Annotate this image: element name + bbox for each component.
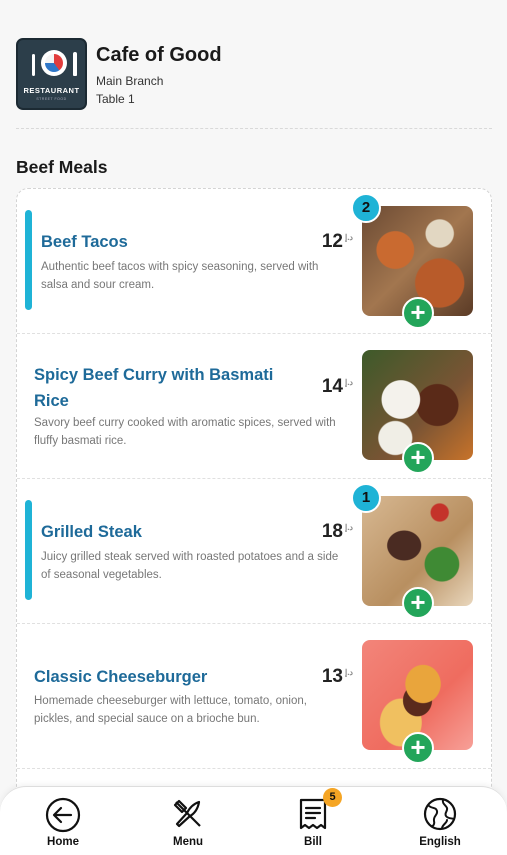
logo-subtext: STREET FOOD — [36, 97, 67, 101]
bill-count-badge: 5 — [323, 788, 342, 807]
restaurant-name: Cafe of Good — [96, 44, 222, 66]
add-to-cart-button[interactable]: + — [402, 587, 434, 619]
table-number: Table 1 — [96, 92, 135, 106]
globe-icon — [423, 797, 457, 831]
nav-menu[interactable]: Menu — [148, 797, 228, 853]
nav-bill[interactable]: 5 Bill — [273, 788, 353, 853]
restaurant-header: RESTAURANT STREET FOOD Cafe of Good Main… — [16, 38, 492, 129]
quantity-badge: 1 — [351, 483, 381, 513]
fork-knife-icon — [173, 799, 201, 828]
menu-item-grilled-steak[interactable]: Grilled Steak 18 د.إ Juicy grilled steak … — [17, 479, 491, 624]
add-to-cart-button[interactable]: + — [402, 442, 434, 474]
add-to-cart-button[interactable]: + — [402, 732, 434, 764]
plate-icon — [45, 54, 63, 72]
currency-label: د.إ — [344, 668, 353, 677]
nav-bill-label: Bill — [304, 836, 322, 848]
menu-item-cheeseburger[interactable]: Classic Cheeseburger 13 د.إ Homemade chee… — [17, 624, 491, 769]
fork-icon — [32, 54, 35, 76]
currency-label: د.إ — [344, 233, 353, 242]
bottom-navigation: Home Menu 5 Bill English — [0, 786, 507, 855]
nav-home[interactable]: Home — [23, 797, 103, 853]
quantity-badge: 2 — [351, 193, 381, 223]
branch-name: Main Branch — [96, 74, 164, 88]
item-name[interactable]: Beef Tacos — [41, 229, 128, 255]
item-name[interactable]: Spicy Beef Curry with Basmati Rice — [34, 362, 284, 414]
nav-home-label: Home — [47, 836, 79, 848]
currency-label: د.إ — [344, 378, 353, 387]
item-description: Savory beef curry cooked with aromatic s… — [34, 417, 336, 447]
menu-item-beef-tacos[interactable]: Beef Tacos 12 د.إ Authentic beef tacos wi… — [17, 189, 491, 334]
item-description: Juicy grilled steak served with roasted … — [41, 551, 339, 581]
item-price: 13 د.إ — [321, 666, 353, 687]
menu-item-list: Beef Tacos 12 د.إ Authentic beef tacos wi… — [16, 188, 492, 855]
item-price: 14 د.إ — [321, 376, 353, 397]
nav-menu-label: Menu — [172, 836, 204, 848]
item-price: 12 د.إ — [321, 231, 353, 252]
item-description: Homemade cheeseburger with lettuce, toma… — [34, 695, 307, 725]
logo-text: RESTAURANT — [23, 86, 80, 95]
item-description: Authentic beef tacos with spicy seasonin… — [41, 261, 319, 291]
currency-label: د.إ — [344, 523, 353, 532]
section-title: Beef Meals — [16, 157, 108, 177]
knife-icon — [73, 52, 77, 76]
selected-indicator — [25, 500, 32, 600]
restaurant-logo: RESTAURANT STREET FOOD — [16, 38, 87, 110]
back-arrow-circle-icon — [45, 797, 81, 833]
nav-language-label: English — [419, 836, 461, 848]
menu-item-beef-curry[interactable]: Spicy Beef Curry with Basmati Rice 14 د.إ… — [17, 334, 491, 479]
item-name[interactable]: Grilled Steak — [41, 519, 142, 545]
item-name[interactable]: Classic Cheeseburger — [34, 664, 207, 690]
nav-language[interactable]: English — [400, 797, 480, 853]
selected-indicator — [25, 210, 32, 310]
add-to-cart-button[interactable]: + — [402, 297, 434, 329]
item-price: 18 د.إ — [321, 521, 353, 542]
